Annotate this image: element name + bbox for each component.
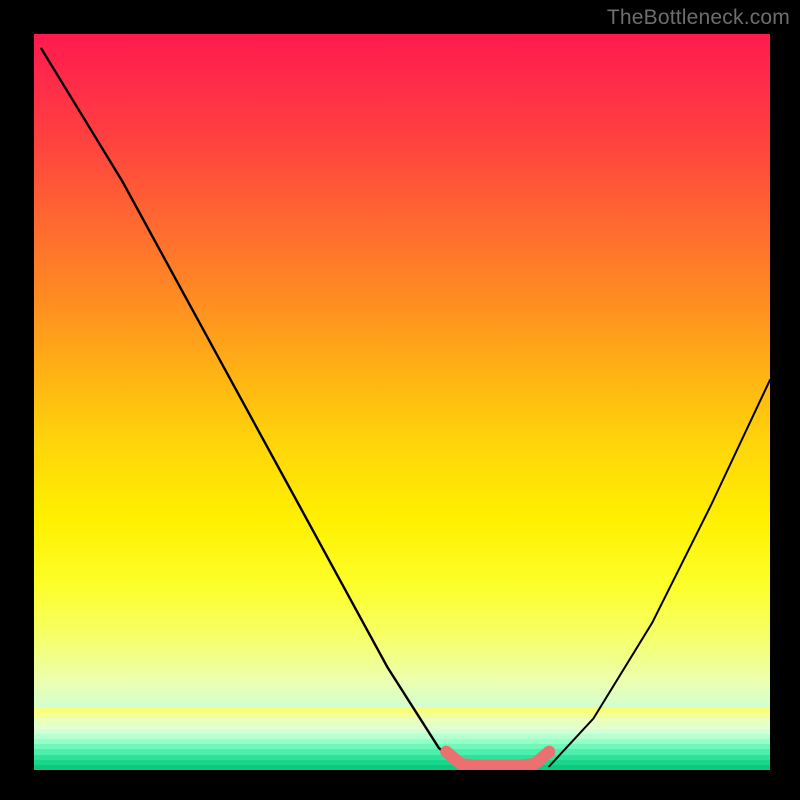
left-curve (41, 49, 461, 767)
chart-container: TheBottleneck.com (0, 0, 800, 800)
plot-area (34, 34, 770, 770)
curve-layer (34, 34, 770, 770)
bottom-flat-segment (446, 752, 549, 766)
right-curve (549, 380, 770, 766)
watermark-text: TheBottleneck.com (607, 6, 790, 30)
